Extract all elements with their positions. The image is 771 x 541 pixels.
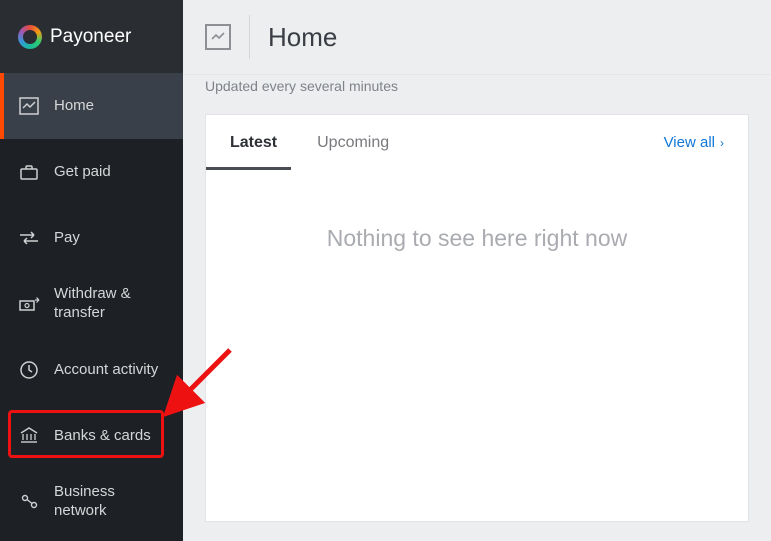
- payoneer-ring-icon: [18, 25, 42, 49]
- brand-logo: Payoneer: [18, 25, 131, 49]
- sidebar: Payoneer Home Get paid Pay Withdraw & tr…: [0, 0, 183, 541]
- empty-state-text: Nothing to see here right now: [206, 225, 748, 252]
- briefcase-icon: [18, 161, 40, 183]
- chart-window-icon: [205, 24, 231, 50]
- sidebar-item-label: Pay: [54, 229, 80, 248]
- sidebar-item-banks-cards[interactable]: Banks & cards: [0, 403, 183, 469]
- sidebar-item-account-activity[interactable]: Account activity: [0, 337, 183, 403]
- cash-out-icon: [18, 293, 40, 315]
- sidebar-item-pay[interactable]: Pay: [0, 205, 183, 271]
- transfer-arrows-icon: [18, 227, 40, 249]
- brand-header: Payoneer: [0, 0, 183, 73]
- tab-upcoming[interactable]: Upcoming: [317, 134, 389, 152]
- chevron-right-icon: ›: [720, 136, 724, 150]
- active-tab-underline: [206, 167, 291, 170]
- sidebar-item-get-paid[interactable]: Get paid: [0, 139, 183, 205]
- sidebar-item-business-network[interactable]: Business network: [0, 469, 183, 535]
- main-content: Home Updated every several minutes Lates…: [183, 0, 771, 541]
- sidebar-item-label: Withdraw & transfer: [54, 285, 165, 323]
- brand-text: Payoneer: [50, 26, 131, 48]
- transactions-card: Latest Upcoming View all › Nothing to se…: [205, 114, 749, 522]
- topbar-divider: [249, 15, 250, 59]
- clock-icon: [18, 359, 40, 381]
- page-title: Home: [268, 22, 337, 53]
- sidebar-item-withdraw-transfer[interactable]: Withdraw & transfer: [0, 271, 183, 337]
- tab-latest[interactable]: Latest: [230, 134, 277, 152]
- sidebar-item-label: Banks & cards: [54, 427, 151, 446]
- bank-card-icon: [18, 425, 40, 447]
- view-all-label: View all: [664, 134, 715, 151]
- section-subtitle: Updated every several minutes: [183, 78, 771, 94]
- sidebar-item-label: Business network: [54, 483, 165, 521]
- sidebar-item-home[interactable]: Home: [0, 73, 183, 139]
- people-share-icon: [18, 491, 40, 513]
- sidebar-item-label: Get paid: [54, 163, 111, 182]
- view-all-link[interactable]: View all ›: [664, 134, 724, 151]
- updated-text: Updated every several minutes: [205, 78, 749, 94]
- sidebar-item-label: Home: [54, 97, 94, 116]
- sidebar-item-label: Account activity: [54, 361, 158, 380]
- chart-window-icon: [18, 95, 40, 117]
- tabs-bar: Latest Upcoming View all ›: [206, 115, 748, 170]
- topbar: Home: [183, 0, 771, 75]
